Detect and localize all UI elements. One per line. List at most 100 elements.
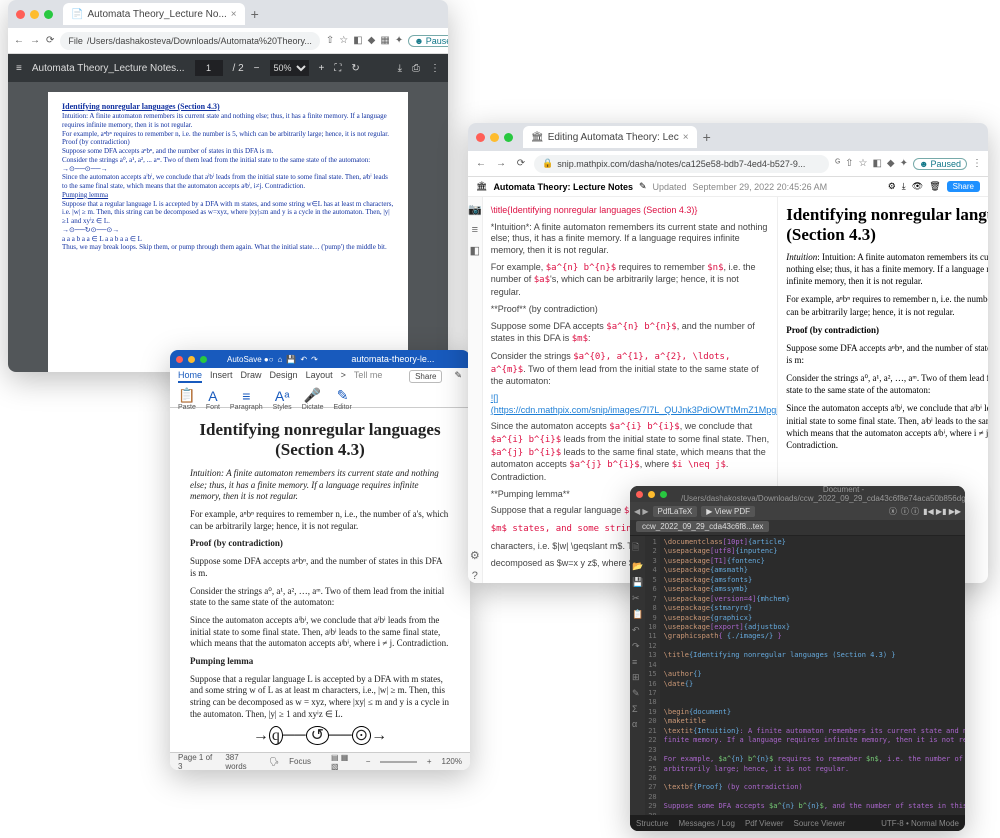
word-count[interactable]: 387 words xyxy=(225,753,259,771)
foot-tab[interactable]: Pdf Viewer xyxy=(745,819,784,828)
print-icon[interactable]: ⎙ xyxy=(412,63,420,74)
zoom-in-icon[interactable]: + xyxy=(319,63,325,74)
close-tab-icon[interactable]: × xyxy=(231,9,237,20)
font-button[interactable]: AFont xyxy=(206,388,220,411)
tool-icon[interactable]: Σ xyxy=(632,704,643,714)
profile-paused[interactable]: ☻Paused xyxy=(913,158,967,170)
pdf-viewport[interactable]: Identifying nonregular languages (Sectio… xyxy=(8,82,448,372)
paste-button[interactable]: 📋Paste xyxy=(178,387,196,411)
browser-tab[interactable]: 📄 Automata Theory_Lecture No... × xyxy=(63,3,245,25)
share-button[interactable]: Share xyxy=(409,370,442,383)
zoom-button[interactable] xyxy=(200,356,207,363)
ext3-icon[interactable]: ▦ xyxy=(380,35,389,47)
download-icon[interactable]: ⤓ xyxy=(398,63,402,74)
close-button[interactable] xyxy=(16,10,25,19)
foot-tab[interactable]: Source Viewer xyxy=(794,819,846,828)
copy-icon[interactable]: 📋 xyxy=(632,609,643,620)
minimize-button[interactable] xyxy=(30,10,39,19)
more-icon[interactable]: ⋮ xyxy=(430,63,440,74)
tool-icon[interactable]: ⊞ xyxy=(632,672,643,683)
zoom-in-icon[interactable]: + xyxy=(427,757,432,766)
history-icon[interactable]: ◧ xyxy=(470,244,480,257)
new-tab-button[interactable]: + xyxy=(703,129,711,145)
reload-icon[interactable]: ⟳ xyxy=(514,158,528,169)
star-icon[interactable]: ☆ xyxy=(858,158,867,170)
download-icon[interactable]: ⤓ xyxy=(902,181,906,192)
edit-icon[interactable]: ✎ xyxy=(639,181,647,192)
undo-icon[interactable]: ↶ xyxy=(300,355,307,364)
puzzle-icon[interactable]: ✦ xyxy=(900,158,908,170)
page-status[interactable]: Page 1 of 3 xyxy=(178,753,215,771)
nav-icon[interactable]: ◀ ▶ xyxy=(634,507,649,516)
tab-more[interactable]: > xyxy=(341,370,346,383)
view-pdf-button[interactable]: ▶ View PDF xyxy=(701,506,755,517)
star-icon[interactable]: ☆ xyxy=(339,35,348,47)
tool-icon[interactable]: ≡ xyxy=(632,657,643,667)
tab-home[interactable]: Home xyxy=(178,370,202,383)
tab-insert[interactable]: Insert xyxy=(210,370,233,383)
reload-icon[interactable]: ⟳ xyxy=(46,35,54,46)
menu-icon[interactable]: ≡ xyxy=(16,63,22,74)
share-button[interactable]: Share xyxy=(947,181,980,192)
browser-tab[interactable]: 🏛 Editing Automata Theory: Lec × xyxy=(523,126,697,148)
dictate-button[interactable]: 🎤Dictate xyxy=(302,387,324,411)
save-icon[interactable]: 💾 xyxy=(632,577,643,588)
undo-icon[interactable]: ↶ xyxy=(632,625,643,636)
puzzle-icon[interactable]: ✦ xyxy=(395,35,403,47)
open-icon[interactable]: 📂 xyxy=(632,561,643,572)
step-icons[interactable]: ▮◀ ▶▮ ▶▶ xyxy=(923,507,961,516)
eye-icon[interactable]: 👁 xyxy=(912,181,923,192)
pdflatex-button[interactable]: PdfLaTeX xyxy=(653,506,698,517)
ext1-icon[interactable]: ◧ xyxy=(353,35,362,47)
styles-button[interactable]: AᵃStyles xyxy=(273,388,292,411)
tab-layout[interactable]: Layout xyxy=(306,370,333,383)
autosave-toggle[interactable]: AutoSave ●○ xyxy=(227,355,274,364)
share-icon[interactable]: ⇧ xyxy=(326,35,334,47)
close-tab-icon[interactable]: × xyxy=(683,132,689,143)
editor-button[interactable]: ✎Editor xyxy=(333,387,351,411)
tab-draw[interactable]: Draw xyxy=(241,370,262,383)
back-icon[interactable]: ← xyxy=(474,158,488,169)
zoom-button[interactable] xyxy=(504,133,513,142)
address-bar[interactable]: File /Users/dashakosteva/Downloads/Autom… xyxy=(60,32,319,50)
settings-icon[interactable]: ⚙ xyxy=(470,549,480,562)
back-icon[interactable]: ← xyxy=(14,35,24,46)
trash-icon[interactable]: 🗑 xyxy=(929,181,940,192)
zoom-out-icon[interactable]: − xyxy=(366,757,371,766)
tab-design[interactable]: Design xyxy=(270,370,298,383)
note-title[interactable]: Automata Theory: Lecture Notes xyxy=(493,182,633,192)
ext2-icon[interactable]: ◆ xyxy=(368,35,376,47)
code-editor[interactable]: \documentclass[10pt]{article} \usepackag… xyxy=(660,536,965,815)
fit-icon[interactable]: ⛶ xyxy=(334,63,341,74)
ext1-icon[interactable]: ◧ xyxy=(872,158,881,170)
tool-icon[interactable]: ✎ xyxy=(632,688,643,699)
zoom-select[interactable]: 50% xyxy=(270,60,309,76)
address-bar[interactable]: 🔒 snip.mathpix.com/dasha/notes/ca125e58-… xyxy=(534,155,829,173)
cut-icon[interactable]: ✂ xyxy=(632,593,643,604)
new-tab-button[interactable]: + xyxy=(251,6,259,22)
search-icon[interactable]: ᴳ xyxy=(835,158,840,170)
views-icons[interactable]: ▤ ▦ ▧ xyxy=(331,753,356,771)
minimize-button[interactable] xyxy=(188,356,195,363)
minimize-button[interactable] xyxy=(648,491,655,498)
file-icon[interactable]: 🗎 xyxy=(632,540,643,556)
foot-tab[interactable]: Messages / Log xyxy=(678,819,734,828)
search-icon[interactable]: ⓘ ⓘ xyxy=(901,506,919,517)
tool-icon[interactable]: α xyxy=(632,719,643,729)
camera-icon[interactable]: 📷 xyxy=(468,203,482,216)
close-button[interactable] xyxy=(176,356,183,363)
zoom-out-icon[interactable]: − xyxy=(254,63,260,74)
ext2-icon[interactable]: ◆ xyxy=(887,158,895,170)
home-icon[interactable]: ⌂ xyxy=(278,355,283,364)
close-button[interactable] xyxy=(636,491,643,498)
help-icon[interactable]: ? xyxy=(472,570,478,582)
tell-me[interactable]: Tell me xyxy=(354,370,383,383)
page-input[interactable] xyxy=(195,60,223,76)
file-tab[interactable]: ccw_2022_09_29_cda43c6f8...tex xyxy=(630,520,965,536)
share-icon[interactable]: ⇧ xyxy=(845,158,853,170)
lang-icon[interactable]: 🗣 xyxy=(269,757,279,766)
save-icon[interactable]: 💾 xyxy=(286,355,296,364)
close-icon[interactable]: ⓧ xyxy=(889,506,897,517)
menu-icon[interactable]: ⋮ xyxy=(972,158,982,170)
foot-tab[interactable]: Structure xyxy=(636,819,668,828)
